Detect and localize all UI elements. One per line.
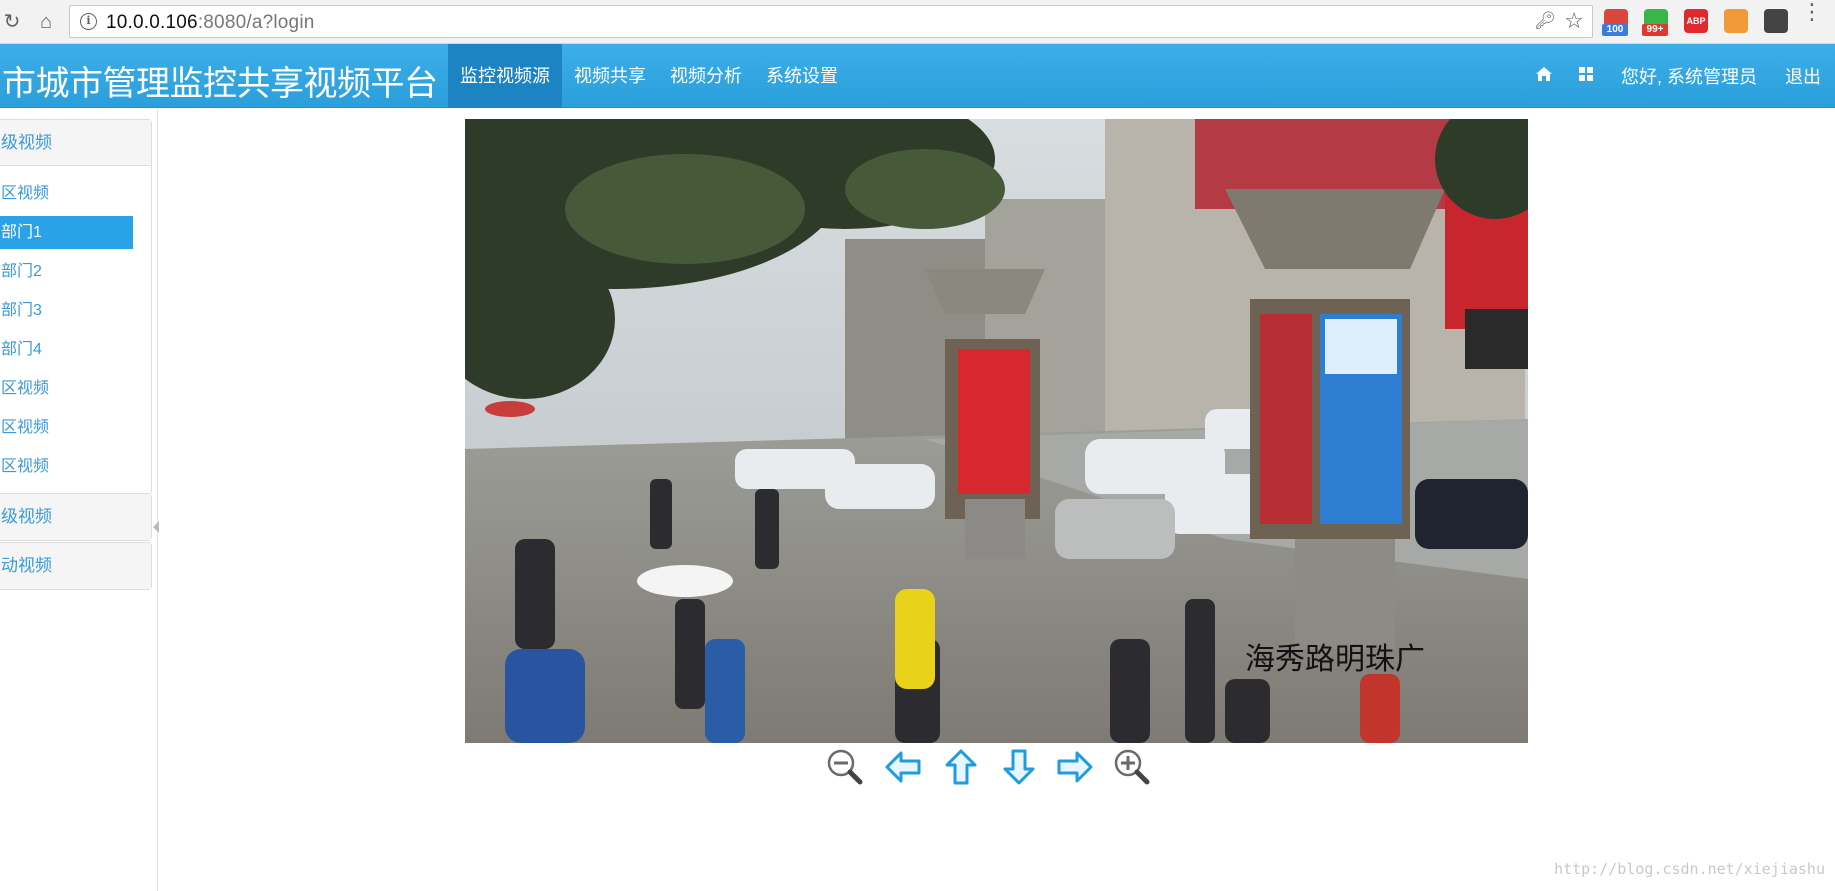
nav-item-video-analysis[interactable]: 视频分析 bbox=[658, 44, 754, 108]
sidebar: 级视频 区视频 部门1 部门2 部门3 部门4 区视频 区视频 区视频 级视频 动视频 bbox=[0, 108, 159, 891]
sidebar-panel-header[interactable]: 动视频 bbox=[0, 543, 151, 589]
app-header: 市城市管理监控共享视频平台 监控视频源 视频共享 视频分析 系统设置 您好, 系… bbox=[0, 44, 1835, 108]
home-icon[interactable] bbox=[1523, 66, 1565, 87]
sidebar-item[interactable]: 部门4 bbox=[0, 330, 151, 369]
video-overlay-text: 海秀路明珠广 bbox=[1245, 642, 1425, 677]
nav-item-system-settings[interactable]: 系统设置 bbox=[754, 44, 850, 108]
sidebar-item[interactable]: 区视频 bbox=[0, 369, 151, 408]
extension-5-icon[interactable] bbox=[1764, 9, 1788, 33]
sidebar-item[interactable]: 部门2 bbox=[0, 252, 151, 291]
sidebar-item[interactable]: 区视频 bbox=[0, 447, 151, 486]
video-player[interactable]: 海秀路明珠广 bbox=[465, 119, 1528, 743]
home-icon[interactable]: ⌂ bbox=[34, 10, 58, 34]
zoom-out-icon[interactable] bbox=[825, 747, 865, 787]
arrow-down-icon[interactable] bbox=[999, 747, 1039, 787]
sidebar-item[interactable]: 部门1 bbox=[0, 216, 133, 249]
extension-1-icon[interactable]: 100 bbox=[1602, 9, 1628, 36]
nav-item-video-source[interactable]: 监控视频源 bbox=[448, 44, 562, 108]
adblock-plus-icon[interactable]: ABP bbox=[1684, 9, 1708, 33]
watermark-text: http://blog.csdn.net/xiejiashu bbox=[1554, 860, 1825, 878]
extension-2-icon[interactable]: 99+ bbox=[1642, 9, 1668, 36]
key-icon[interactable]: 🔑︎ bbox=[1534, 11, 1556, 31]
browser-menu-icon[interactable]: ⋮ bbox=[1801, 1, 1823, 23]
extension-badge: 100 bbox=[1602, 24, 1628, 36]
sidebar-item[interactable]: 部门3 bbox=[0, 291, 151, 330]
arrow-left-icon[interactable] bbox=[883, 747, 923, 787]
url-host: 10.0.0.106 bbox=[106, 12, 198, 33]
sidebar-panel-header[interactable]: 级视频 bbox=[0, 120, 151, 166]
sidebar-item[interactable]: 区视频 bbox=[0, 408, 151, 447]
browser-toolbar: ↻ ⌂ i 10.0.0.106:8080/a?login 🔑︎ ☆ 100 99… bbox=[0, 0, 1835, 44]
header-user-area: 您好, 系统管理员 退出 bbox=[1523, 44, 1835, 108]
user-greeting[interactable]: 您好, 系统管理员 bbox=[1607, 63, 1771, 89]
sidebar-item[interactable]: 区视频 bbox=[0, 174, 151, 213]
sidebar-panel-1: 级视频 区视频 部门1 部门2 部门3 部门4 区视频 区视频 区视频 bbox=[0, 119, 152, 495]
extension-badge: 99+ bbox=[1642, 24, 1668, 36]
top-navigation: 监控视频源 视频共享 视频分析 系统设置 bbox=[448, 44, 850, 108]
arrow-right-icon[interactable] bbox=[1055, 747, 1095, 787]
extension-label: ABP bbox=[1686, 16, 1706, 26]
url-path: :8080/a?login bbox=[197, 12, 315, 33]
sidebar-list: 区视频 部门1 部门2 部门3 部门4 区视频 区视频 区视频 bbox=[0, 166, 151, 494]
logout-link[interactable]: 退出 bbox=[1771, 63, 1835, 89]
app-title: 市城市管理监控共享视频平台 bbox=[2, 64, 438, 104]
reload-icon[interactable]: ↻ bbox=[0, 10, 24, 34]
nav-item-video-sharing[interactable]: 视频共享 bbox=[562, 44, 658, 108]
sidebar-panel-2: 级视频 bbox=[0, 493, 152, 541]
address-bar[interactable]: i 10.0.0.106:8080/a?login 🔑︎ ☆ bbox=[69, 5, 1593, 38]
sidebar-panel-header[interactable]: 级视频 bbox=[0, 494, 151, 540]
sidebar-collapse-arrow-icon[interactable] bbox=[153, 521, 159, 533]
arrow-up-icon[interactable] bbox=[941, 747, 981, 787]
zoom-in-icon[interactable] bbox=[1112, 747, 1152, 787]
extension-4-icon[interactable] bbox=[1724, 9, 1748, 33]
site-info-icon[interactable]: i bbox=[80, 13, 97, 30]
bookmark-star-icon[interactable]: ☆ bbox=[1564, 8, 1584, 34]
grid-icon[interactable] bbox=[1565, 66, 1607, 87]
camera-frame-image: 海秀路明珠广 bbox=[465, 119, 1528, 743]
url-text: 10.0.0.106:8080/a?login bbox=[106, 12, 315, 34]
sidebar-panel-3: 动视频 bbox=[0, 542, 152, 590]
